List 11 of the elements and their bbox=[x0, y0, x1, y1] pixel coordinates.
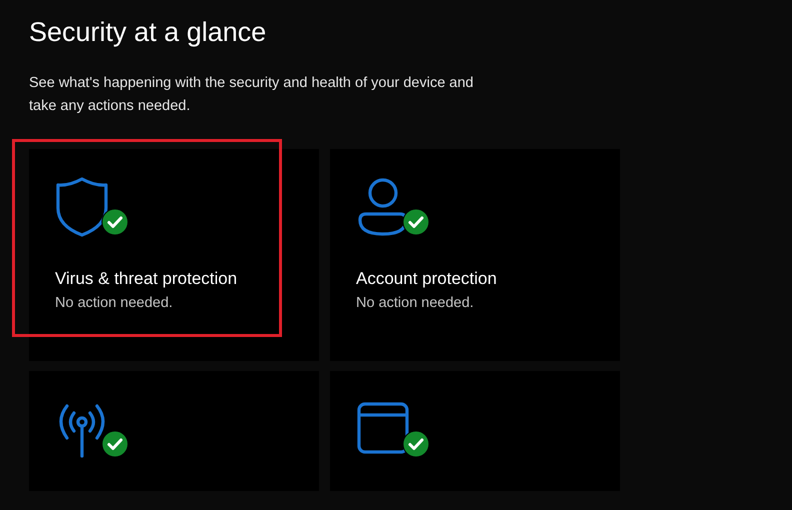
page-title: Security at a glance bbox=[29, 16, 268, 49]
card-title: Account protection bbox=[356, 268, 498, 290]
status-card[interactable] bbox=[29, 371, 319, 491]
status-card[interactable] bbox=[330, 371, 620, 491]
shield-icon bbox=[55, 176, 109, 238]
status-card[interactable]: Virus & threat protection No action needed. bbox=[29, 149, 319, 361]
page-description: See what's happening with the security and health of your device and take any actions needed. bbox=[29, 74, 474, 116]
status-card[interactable]: Account protection No action needed. bbox=[330, 149, 620, 361]
card-status: No action needed. bbox=[356, 294, 475, 313]
card-title: Virus & threat protection bbox=[55, 268, 238, 290]
card-status: No action needed. bbox=[55, 294, 174, 313]
